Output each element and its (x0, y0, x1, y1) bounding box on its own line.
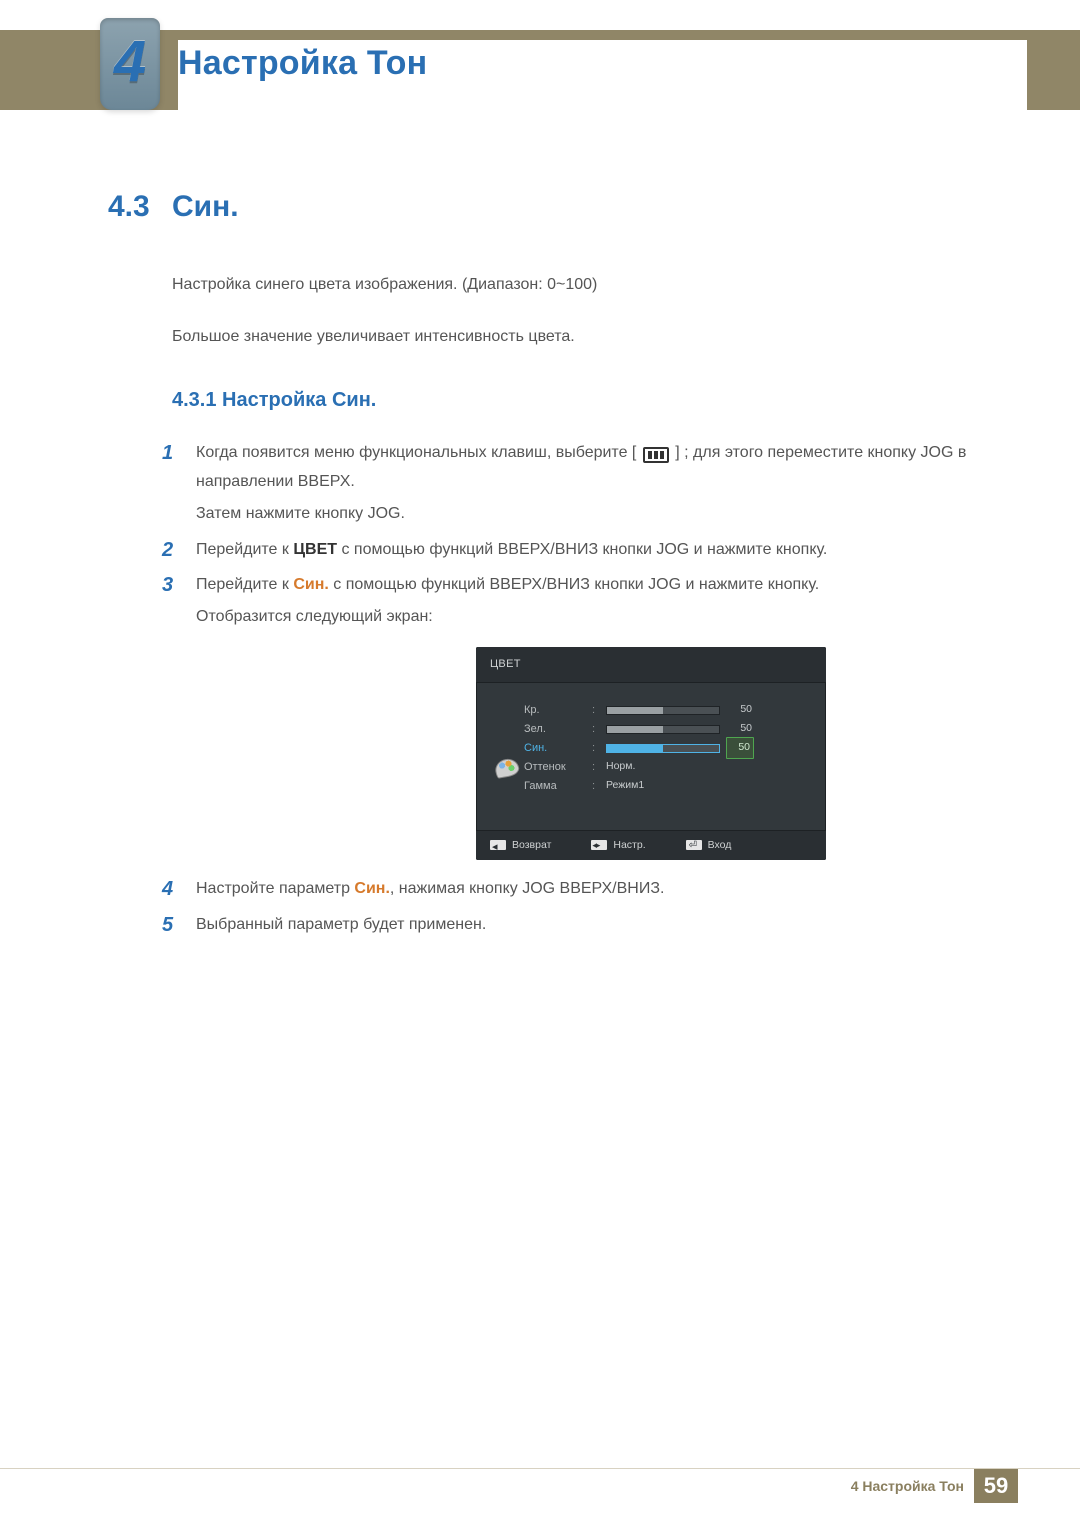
osd-slider-blue (606, 744, 720, 753)
osd-title: ЦВЕТ (476, 647, 826, 682)
osd-row-red: Кр. : 50 (524, 701, 806, 720)
step-body: Когда появится меню функциональных клави… (196, 438, 990, 531)
osd-value-green: 50 (726, 719, 752, 738)
chapter-title: Настройка Тон (178, 40, 1027, 110)
step-body: Настройте параметр Син., нажимая кнопку … (196, 874, 990, 906)
steps-list: 1 Когда появится меню функциональных кла… (162, 438, 990, 942)
content: 4.3 Син. Настройка синего цвета изображе… (108, 190, 990, 945)
adjust-icon (591, 840, 607, 850)
page-footer: 4 Настройка Тон 59 (0, 1468, 1080, 1503)
subsection-number: 4.3.1 (172, 389, 216, 411)
osd-slider-fill (607, 745, 663, 752)
osd-label-green: Зел. (524, 719, 586, 739)
osd-colon: : (592, 700, 600, 720)
footer-chapter-label: 4 Настройка Тон (851, 1478, 974, 1494)
osd-value-gamma: Режим1 (606, 776, 644, 795)
palette-icon (494, 757, 521, 779)
osd-label-red: Кр. (524, 700, 586, 720)
step-number: 5 (162, 910, 196, 942)
step4-post: , нажимая кнопку JOG ВВЕРХ/ВНИЗ. (390, 880, 665, 897)
step3-line2: Отобразится следующий экран: (196, 602, 990, 632)
section-heading: 4.3 Син. (108, 190, 990, 224)
back-icon (490, 840, 506, 850)
step1-text-a: Когда появится меню функциональных клави… (196, 444, 636, 461)
step3-pre: Перейдите к (196, 576, 293, 593)
osd-footer: Возврат Настр. Вход (476, 830, 826, 860)
osd-row-tone: Оттенок : Норм. (524, 758, 806, 777)
osd-icon-column (490, 701, 524, 796)
osd-slider-fill (607, 726, 663, 733)
step-5: 5 Выбранный параметр будет применен. (162, 910, 990, 942)
osd-footer-adjust: Настр. (591, 836, 645, 855)
step1-line2: Затем нажмите кнопку JOG. (196, 499, 990, 529)
osd-body: Кр. : 50 Зел. : 50 (476, 683, 826, 830)
osd-value-blue: 50 (726, 737, 754, 758)
section-title: Син. (172, 190, 239, 224)
step2-post: с помощью функций ВВЕРХ/ВНИЗ кнопки JOG … (337, 541, 827, 558)
osd-label-tone: Оттенок (524, 757, 586, 777)
osd-label-blue: Син. (524, 738, 586, 758)
osd-value-tone: Норм. (606, 757, 635, 776)
subsection-heading: 4.3.1 Настройка Син. (172, 389, 990, 412)
step2-bold: ЦВЕТ (293, 541, 337, 558)
osd-slider-red (606, 706, 720, 715)
osd-row-gamma: Гамма : Режим1 (524, 777, 806, 796)
step-2: 2 Перейдите к ЦВЕТ с помощью функций ВВЕ… (162, 535, 990, 567)
osd-footer-adjust-label: Настр. (613, 836, 645, 855)
osd-label-gamma: Гамма (524, 776, 586, 796)
footer-page-number: 59 (974, 1469, 1018, 1503)
step2-pre: Перейдите к (196, 541, 293, 558)
step4-bold: Син. (354, 880, 390, 897)
step-body: Перейдите к Син. с помощью функций ВВЕРХ… (196, 570, 990, 870)
osd-footer-back: Возврат (490, 836, 551, 855)
subsection-title: Настройка Син. (222, 389, 376, 411)
osd-colon: : (592, 757, 600, 777)
intro-line-2: Большое значение увеличивает интенсивнос… (172, 322, 990, 352)
step-1: 1 Когда появится меню функциональных кла… (162, 438, 990, 531)
osd-footer-enter-label: Вход (708, 836, 732, 855)
chapter-tab: 4 (100, 18, 160, 110)
enter-icon (686, 840, 702, 850)
osd-row-green: Зел. : 50 (524, 720, 806, 739)
osd-row-blue: Син. : 50 (524, 739, 806, 758)
menu-grid-icon (643, 447, 669, 463)
osd-slider-fill (607, 707, 663, 714)
chapter-number: 4 (114, 33, 146, 91)
section-intro: Настройка синего цвета изображения. (Диа… (172, 270, 990, 353)
osd-slider-green (606, 725, 720, 734)
step-number: 1 (162, 438, 196, 531)
intro-line-1: Настройка синего цвета изображения. (Диа… (172, 270, 990, 300)
step4-pre: Настройте параметр (196, 880, 354, 897)
osd-colon: : (592, 738, 600, 758)
section-number: 4.3 (108, 190, 172, 224)
osd-value-red: 50 (726, 700, 752, 719)
step-body: Выбранный параметр будет применен. (196, 910, 990, 942)
osd-colon: : (592, 719, 600, 739)
step3-bold: Син. (293, 576, 329, 593)
step5-text: Выбранный параметр будет применен. (196, 910, 990, 940)
osd-menu-list: Кр. : 50 Зел. : 50 (524, 701, 806, 796)
step3-post: с помощью функций ВВЕРХ/ВНИЗ кнопки JOG … (329, 576, 819, 593)
step-3: 3 Перейдите к Син. с помощью функций ВВЕ… (162, 570, 990, 870)
step-4: 4 Настройте параметр Син., нажимая кнопк… (162, 874, 990, 906)
osd-screenshot: ЦВЕТ Кр. : 50 (476, 647, 826, 860)
osd-colon: : (592, 776, 600, 796)
step-number: 2 (162, 535, 196, 567)
osd-footer-back-label: Возврат (512, 836, 551, 855)
step-number: 4 (162, 874, 196, 906)
page: 4 Настройка Тон 4.3 Син. Настройка синег… (0, 0, 1080, 1527)
step-number: 3 (162, 570, 196, 870)
osd-footer-enter: Вход (686, 836, 732, 855)
step-body: Перейдите к ЦВЕТ с помощью функций ВВЕРХ… (196, 535, 990, 567)
